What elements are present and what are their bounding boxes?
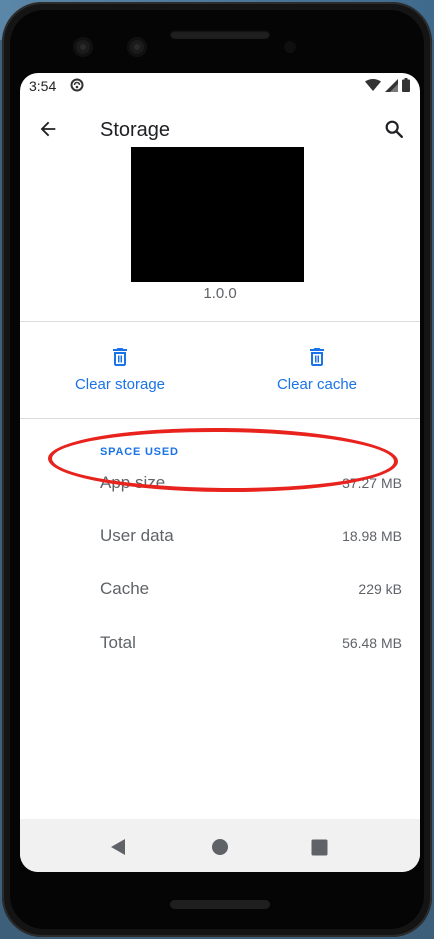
battery-icon [402,78,410,92]
sync-circle-icon [70,78,84,92]
clear-storage-button[interactable]: Clear storage [20,339,220,393]
cache-row[interactable]: Cache 229 kB [100,579,402,603]
back-triangle-icon [111,839,125,855]
search-button[interactable] [380,115,408,143]
row-value: 56.48 MB [342,635,402,651]
user-data-row[interactable]: User data 18.98 MB [100,526,402,550]
front-camera-left [73,37,93,57]
divider [20,321,420,322]
trash-icon [113,348,127,366]
earpiece-speaker [170,30,270,39]
nav-recents-button[interactable] [307,835,331,859]
row-label: User data [100,526,174,545]
search-icon [385,120,403,138]
trash-icon [310,348,324,366]
divider [20,418,420,419]
bottom-speaker [170,900,270,909]
status-icons [365,78,410,92]
navigation-bar [20,819,420,872]
nav-home-button[interactable] [208,835,232,859]
home-circle-icon [212,839,228,855]
status-time: 3:54 [29,78,57,94]
nav-back-button[interactable] [106,835,130,859]
proximity-sensor [284,41,296,53]
row-label: Cache [100,579,150,598]
row-value: 18.98 MB [342,528,402,544]
back-button[interactable] [34,115,62,143]
clear-storage-label: Clear storage [74,376,166,393]
back-arrow-icon [40,121,56,137]
status-bar: 3:54 [20,73,420,99]
row-value: 229 kB [358,581,402,597]
front-camera-right [127,37,147,57]
wifi-icon [365,78,381,91]
signal-icon [385,78,398,92]
page-title: Storage [100,119,171,141]
clear-cache-button[interactable]: Clear cache [217,339,417,393]
clear-cache-label: Clear cache [276,376,358,393]
total-row[interactable]: Total 56.48 MB [100,633,402,657]
app-version: 1.0.0 [203,285,237,302]
row-label: Total [100,633,136,652]
app-icon [131,147,304,282]
recents-square-icon [311,839,327,855]
